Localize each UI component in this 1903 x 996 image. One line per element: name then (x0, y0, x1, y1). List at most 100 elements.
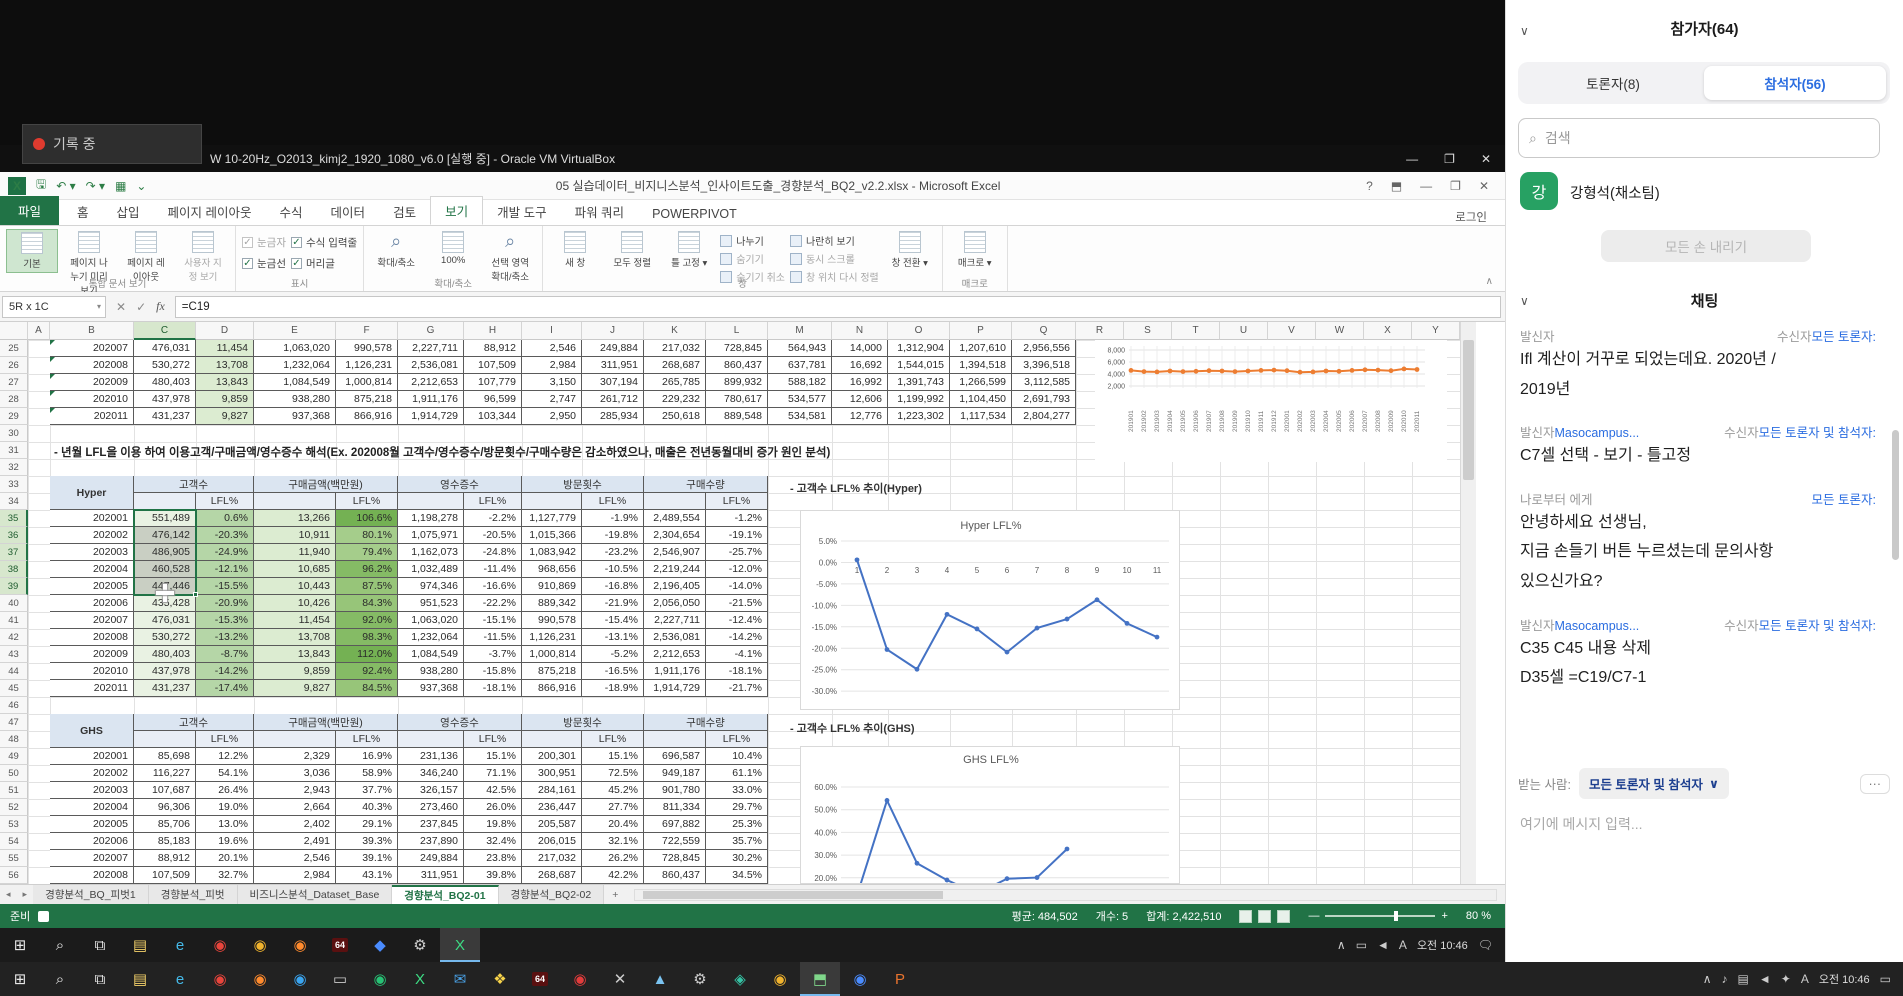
table-cell[interactable]: 202005 (50, 578, 134, 595)
ribbon-tab-홈[interactable]: 홈 (63, 198, 103, 225)
table-cell[interactable]: -8.7% (196, 646, 254, 663)
taskbar-icon-powerpoint[interactable]: P (880, 962, 920, 996)
table-cell[interactable]: -13.1% (582, 629, 644, 646)
table-cell[interactable]: -24.9% (196, 544, 254, 561)
table-cell[interactable]: 16,692 (832, 357, 888, 374)
taskbar-icon-red-app[interactable]: ◉ (560, 962, 600, 996)
table-cell[interactable]: 13,708 (196, 357, 254, 374)
ribbon-small-button-동시 스크롤[interactable]: 동시 스크롤 (790, 251, 879, 266)
table-cell[interactable]: 949,187 (644, 765, 706, 782)
table-cell[interactable]: 480,403 (134, 646, 196, 663)
table-cell[interactable]: 1,126,231 (336, 357, 398, 374)
table-cell[interactable]: 54.1% (196, 765, 254, 782)
table-cell[interactable]: 10.4% (706, 748, 768, 765)
table-cell[interactable]: 860,437 (644, 867, 706, 884)
scrollbar-thumb[interactable] (1463, 340, 1474, 480)
table-cell[interactable]: 202002 (50, 765, 134, 782)
table-cell[interactable]: 3,036 (254, 765, 336, 782)
table-cell[interactable]: 1,126,231 (522, 629, 582, 646)
row-header-27[interactable]: 27 (0, 374, 28, 391)
panel-scrollbar[interactable] (1892, 430, 1899, 560)
table-cell[interactable]: 2,219,244 (644, 561, 706, 578)
sheet-tab-경향분석_피벗[interactable]: 경향분석_피벗 (149, 885, 238, 904)
table-cell[interactable]: 107,509 (464, 357, 522, 374)
row-header-38[interactable]: 38 (0, 561, 28, 578)
table-cell[interactable]: 866,916 (336, 408, 398, 425)
table-cell[interactable]: 1,162,073 (398, 544, 464, 561)
scrollbar-thumb[interactable] (643, 891, 943, 899)
table-cell[interactable]: 268,687 (644, 357, 706, 374)
column-header-E[interactable]: E (254, 322, 336, 340)
table-cell[interactable]: 780,617 (706, 391, 768, 408)
table-cell[interactable]: 13,843 (196, 374, 254, 391)
table-cell[interactable]: 12,606 (832, 391, 888, 408)
table-cell[interactable]: 202006 (50, 595, 134, 612)
table-cell[interactable]: 1,232,064 (398, 629, 464, 646)
row-header-42[interactable]: 42 (0, 629, 28, 646)
table-cell[interactable]: 16,992 (832, 374, 888, 391)
taskbar-icon-chrome[interactable]: ◉ (200, 928, 240, 962)
row-header-28[interactable]: 28 (0, 391, 28, 408)
table-cell[interactable]: 889,548 (706, 408, 768, 425)
table-cell[interactable]: 237,845 (398, 816, 464, 833)
confirm-entry-button[interactable]: ✓ (136, 300, 146, 314)
table-cell[interactable]: 58.9% (336, 765, 398, 782)
table-cell[interactable]: 103,344 (464, 408, 522, 425)
table-cell[interactable]: 98.3% (336, 629, 398, 646)
table-cell[interactable]: 202009 (50, 374, 134, 391)
taskbar-icon-green-app[interactable]: ◉ (360, 962, 400, 996)
ribbon-tab-보기[interactable]: 보기 (430, 196, 483, 225)
table-cell[interactable]: 87.5% (336, 578, 398, 595)
taskbar-icon-settings[interactable]: ⚙ (680, 962, 720, 996)
table-cell[interactable]: 202010 (50, 391, 134, 408)
table-cell[interactable]: 866,916 (522, 680, 582, 697)
row-header-40[interactable]: 40 (0, 595, 28, 612)
table-cell[interactable]: 938,280 (254, 391, 336, 408)
table-cell[interactable]: 551,489 (134, 510, 196, 527)
ribbon-tab-POWERPIVOT[interactable]: POWERPIVOT (638, 203, 751, 225)
vbox-minimize-button[interactable]: — (1406, 152, 1418, 166)
table-cell[interactable]: -23.2% (582, 544, 644, 561)
table-cell[interactable]: 202003 (50, 544, 134, 561)
table-cell[interactable]: 231,136 (398, 748, 464, 765)
taskbar-icon-badge-64[interactable]: 64 (320, 928, 360, 962)
table-cell[interactable]: 112.0% (336, 646, 398, 663)
table-cell[interactable]: 530,272 (134, 357, 196, 374)
row-header-48[interactable]: 48 (0, 731, 28, 748)
tray-icon-volume[interactable]: ◄ (1759, 972, 1771, 986)
tray-icon-microphone[interactable]: ♪ (1722, 972, 1728, 986)
table-cell[interactable]: 2,664 (254, 799, 336, 816)
table-cell[interactable]: 202004 (50, 561, 134, 578)
table-cell[interactable]: 1,914,729 (398, 408, 464, 425)
table-cell[interactable]: 39.3% (336, 833, 398, 850)
table-cell[interactable]: 13.0% (196, 816, 254, 833)
taskbar-icon-file-explorer[interactable]: ▤ (120, 962, 160, 996)
column-header-F[interactable]: F (336, 322, 398, 340)
table-cell[interactable]: -14.0% (706, 578, 768, 595)
table-cell[interactable]: 32.4% (464, 833, 522, 850)
table-cell[interactable]: 16.9% (336, 748, 398, 765)
hyper-lfl-chart[interactable]: Hyper LFL%5.0%0.0%-5.0%-10.0%-15.0%-20.0… (800, 510, 1180, 710)
table-cell[interactable]: 2,304,654 (644, 527, 706, 544)
ribbon-display-options-button[interactable]: ⬒ (1391, 179, 1402, 193)
table-cell[interactable]: 96.2% (336, 561, 398, 578)
ribbon-small-button-나란히 보기[interactable]: 나란히 보기 (790, 233, 879, 248)
table-cell[interactable]: 116,227 (134, 765, 196, 782)
table-cell[interactable]: 1,084,549 (398, 646, 464, 663)
table-cell[interactable]: 268,687 (522, 867, 582, 884)
row-header-29[interactable]: 29 (0, 408, 28, 425)
table-cell[interactable]: 3,150 (522, 374, 582, 391)
table-cell[interactable]: 26.2% (582, 850, 644, 867)
undo-button[interactable]: ↶ ▾ (56, 179, 75, 193)
taskbar-icon-badge-64[interactable]: 64 (520, 962, 560, 996)
table-cell[interactable]: 39.8% (464, 867, 522, 884)
table-cell[interactable]: 107,687 (134, 782, 196, 799)
table-cell[interactable]: 284,161 (522, 782, 582, 799)
taskbar-icon-zoom[interactable]: ◉ (840, 962, 880, 996)
table-cell[interactable]: 2,489,554 (644, 510, 706, 527)
taskbar-icon-start[interactable]: ⊞ (0, 928, 40, 962)
taskbar-icon-chrome[interactable]: ◉ (200, 962, 240, 996)
table-cell[interactable]: 2,491 (254, 833, 336, 850)
column-header-Q[interactable]: Q (1012, 322, 1076, 340)
chat-message[interactable]: 발신자Masocampus...수신자모든 토론자 및 참석자:C7셀 선택 -… (1520, 422, 1876, 471)
